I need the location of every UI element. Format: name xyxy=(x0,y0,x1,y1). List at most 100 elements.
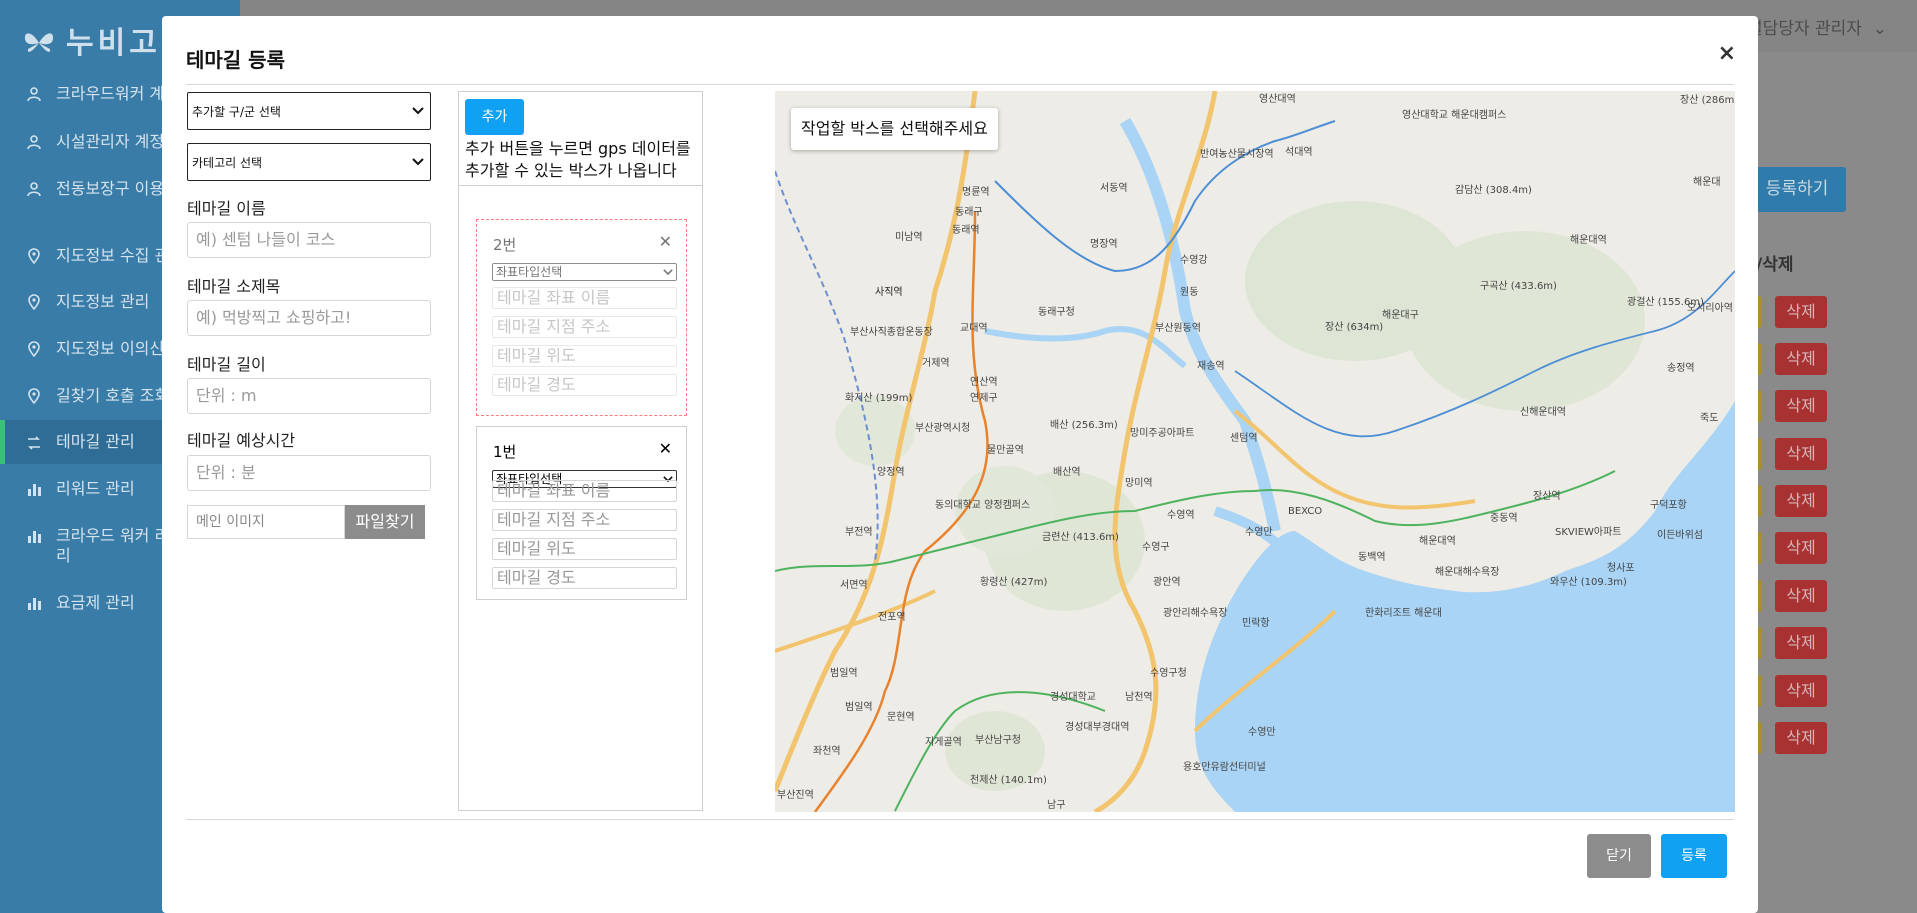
map-canvas xyxy=(775,91,1735,812)
map-label: 범일역 xyxy=(830,668,858,679)
map-label: 지게골역 xyxy=(925,737,962,748)
coord-name-input[interactable]: 테마길 좌표 이름 xyxy=(492,480,677,502)
route-icon xyxy=(28,436,40,450)
map-label: 해운대해수욕장 xyxy=(1435,567,1500,578)
length-label: 테마길 길이 xyxy=(187,355,266,374)
map-label: 남구 xyxy=(1047,800,1066,811)
close-icon[interactable]: × xyxy=(1718,41,1736,66)
modal-title: 테마길 등록 xyxy=(186,48,285,72)
divider xyxy=(186,84,1734,85)
delete-button[interactable]: 삭제 xyxy=(1775,438,1827,470)
map-view[interactable]: 작업할 박스를 선택해주세요 영산대역 영산대학교 해운대캠퍼스 장산 (286… xyxy=(775,91,1735,812)
main-image-filename: 메인 이미지 xyxy=(187,505,345,539)
coord-name-input[interactable]: 테마길 좌표 이름 xyxy=(492,287,677,309)
map-label: 송정역 xyxy=(1667,363,1695,374)
map-label: 석대역 xyxy=(1285,147,1313,158)
delete-button[interactable]: 삭제 xyxy=(1775,675,1827,707)
close-button[interactable]: 닫기 xyxy=(1587,834,1651,878)
map-label: 교대역 xyxy=(960,323,988,334)
delete-column-header: /삭제 xyxy=(1756,255,1794,275)
map-label: 영산대학교 해운대캠퍼스 xyxy=(1402,110,1507,121)
add-hint-text: 추가 버튼을 누르면 gps 데이터를 추가할 수 있는 박스가 나옵니다 xyxy=(465,139,691,180)
longitude-input[interactable]: 테마길 경도 xyxy=(492,567,677,589)
map-label: 부산남구청 xyxy=(975,735,1021,746)
map-label: 민락항 xyxy=(1242,618,1270,629)
map-label: 수영구 xyxy=(1142,542,1170,553)
map-label: 오시리아역 xyxy=(1687,303,1733,314)
delete-button[interactable]: 삭제 xyxy=(1775,722,1827,754)
bar-chart-icon xyxy=(28,531,41,543)
delete-button[interactable]: 삭제 xyxy=(1775,485,1827,517)
map-label: 경성대부경대역 xyxy=(1065,722,1130,733)
map-label: 원동 xyxy=(1180,287,1199,298)
map-label: 장산 (286m) xyxy=(1680,95,1735,106)
map-label: 동백역 xyxy=(1358,552,1386,563)
map-label: 부산광역시청 xyxy=(915,423,971,434)
delete-button[interactable]: 삭제 xyxy=(1775,390,1827,422)
coord-type-select[interactable]: 좌표타입선택 xyxy=(492,263,677,281)
map-label: 영산대역 xyxy=(1259,94,1296,105)
map-label: 광안역 xyxy=(1153,577,1181,588)
map-label: 동래구 xyxy=(955,207,983,218)
latitude-input[interactable]: 테마길 위도 xyxy=(492,538,677,560)
close-icon[interactable]: ✕ xyxy=(659,232,672,251)
gps-box-2[interactable]: 2번 ✕ 좌표타입선택 테마길 좌표 이름 테마길 지점 주소 테마길 위도 테… xyxy=(476,219,687,416)
file-browse-button[interactable]: 파일찾기 xyxy=(345,505,425,539)
chevron-down-icon xyxy=(412,158,424,166)
main-image-upload: 메인 이미지 파일찾기 xyxy=(187,505,425,539)
map-label: 광안리해수욕장 xyxy=(1163,608,1228,619)
map-label: 청사포 xyxy=(1607,563,1635,574)
address-input[interactable]: 테마길 지점 주소 xyxy=(492,509,677,531)
chevron-down-icon: ⌄ xyxy=(1872,19,1887,39)
map-label: 이든바위섬 xyxy=(1657,530,1703,541)
district-select-value: 추가할 구/군 선택 xyxy=(192,104,281,119)
address-input[interactable]: 테마길 지점 주소 xyxy=(492,316,677,338)
map-pin-icon xyxy=(28,341,40,357)
map-label: 센텀역 xyxy=(1230,433,1258,444)
map-label: 해운대역 xyxy=(1570,235,1607,246)
length-input[interactable]: 단위 : m xyxy=(187,378,431,414)
delete-button[interactable]: 삭제 xyxy=(1775,627,1827,659)
map-label: 해운대구 xyxy=(1382,310,1419,321)
map-label: 문현역 xyxy=(887,712,915,723)
app-logo[interactable]: 누비고 xyxy=(22,18,161,62)
name-input[interactable]: 예) 센텀 나들이 코스 xyxy=(187,222,431,258)
map-label: 장산 (634m) xyxy=(1325,322,1384,333)
map-label: 금련산 (413.6m) xyxy=(1042,532,1119,543)
district-select[interactable]: 추가할 구/군 선택 xyxy=(187,92,431,130)
close-icon[interactable]: ✕ xyxy=(659,439,672,458)
latitude-input[interactable]: 테마길 위도 xyxy=(492,345,677,367)
delete-button[interactable]: 삭제 xyxy=(1775,532,1827,564)
category-select[interactable]: 카테고리 선택 xyxy=(187,143,431,181)
map-label: 망미주공아파트 xyxy=(1130,428,1195,439)
sidebar-item-label: 길찾기 호출 조회 xyxy=(56,386,170,405)
delete-button[interactable]: 삭제 xyxy=(1775,296,1827,328)
map-label: 장산역 xyxy=(1533,491,1561,502)
subtitle-input[interactable]: 예) 먹방찍고 쇼핑하고! xyxy=(187,300,431,336)
map-label: 양정역 xyxy=(877,467,905,478)
map-label: 용호만유람선터미널 xyxy=(1183,762,1266,773)
submit-button[interactable]: 등록 xyxy=(1661,834,1727,878)
map-label: 남천역 xyxy=(1125,692,1153,703)
divider xyxy=(186,819,1734,820)
delete-button[interactable]: 삭제 xyxy=(1775,343,1827,375)
add-gps-box-button[interactable]: 추가 xyxy=(465,99,524,135)
time-input[interactable]: 단위 : 분 xyxy=(187,455,431,491)
map-pin-icon xyxy=(28,388,40,404)
map-label: 동래역 xyxy=(952,225,980,236)
map-pin-icon xyxy=(28,294,40,310)
map-label: BEXCO xyxy=(1288,506,1323,517)
bar-chart-icon xyxy=(28,598,41,610)
gps-box-1[interactable]: 1번 ✕ 좌표타입선택 테마길 좌표 이름 테마길 지점 주소 테마길 위도 테… xyxy=(476,426,687,600)
divider xyxy=(459,185,702,186)
chevron-down-icon xyxy=(412,107,424,115)
register-button[interactable]: 등록하기 xyxy=(1748,167,1846,212)
delete-button[interactable]: 삭제 xyxy=(1775,580,1827,612)
longitude-input[interactable]: 테마길 경도 xyxy=(492,374,677,396)
map-label: 신해운대역 xyxy=(1520,407,1566,418)
map-label: 물만골역 xyxy=(987,445,1024,456)
chevron-down-icon xyxy=(663,268,673,275)
map-label: 황령산 (427m) xyxy=(980,577,1048,588)
map-label: 해운대 xyxy=(1693,177,1721,188)
map-label: 해운대역 xyxy=(1419,536,1456,547)
